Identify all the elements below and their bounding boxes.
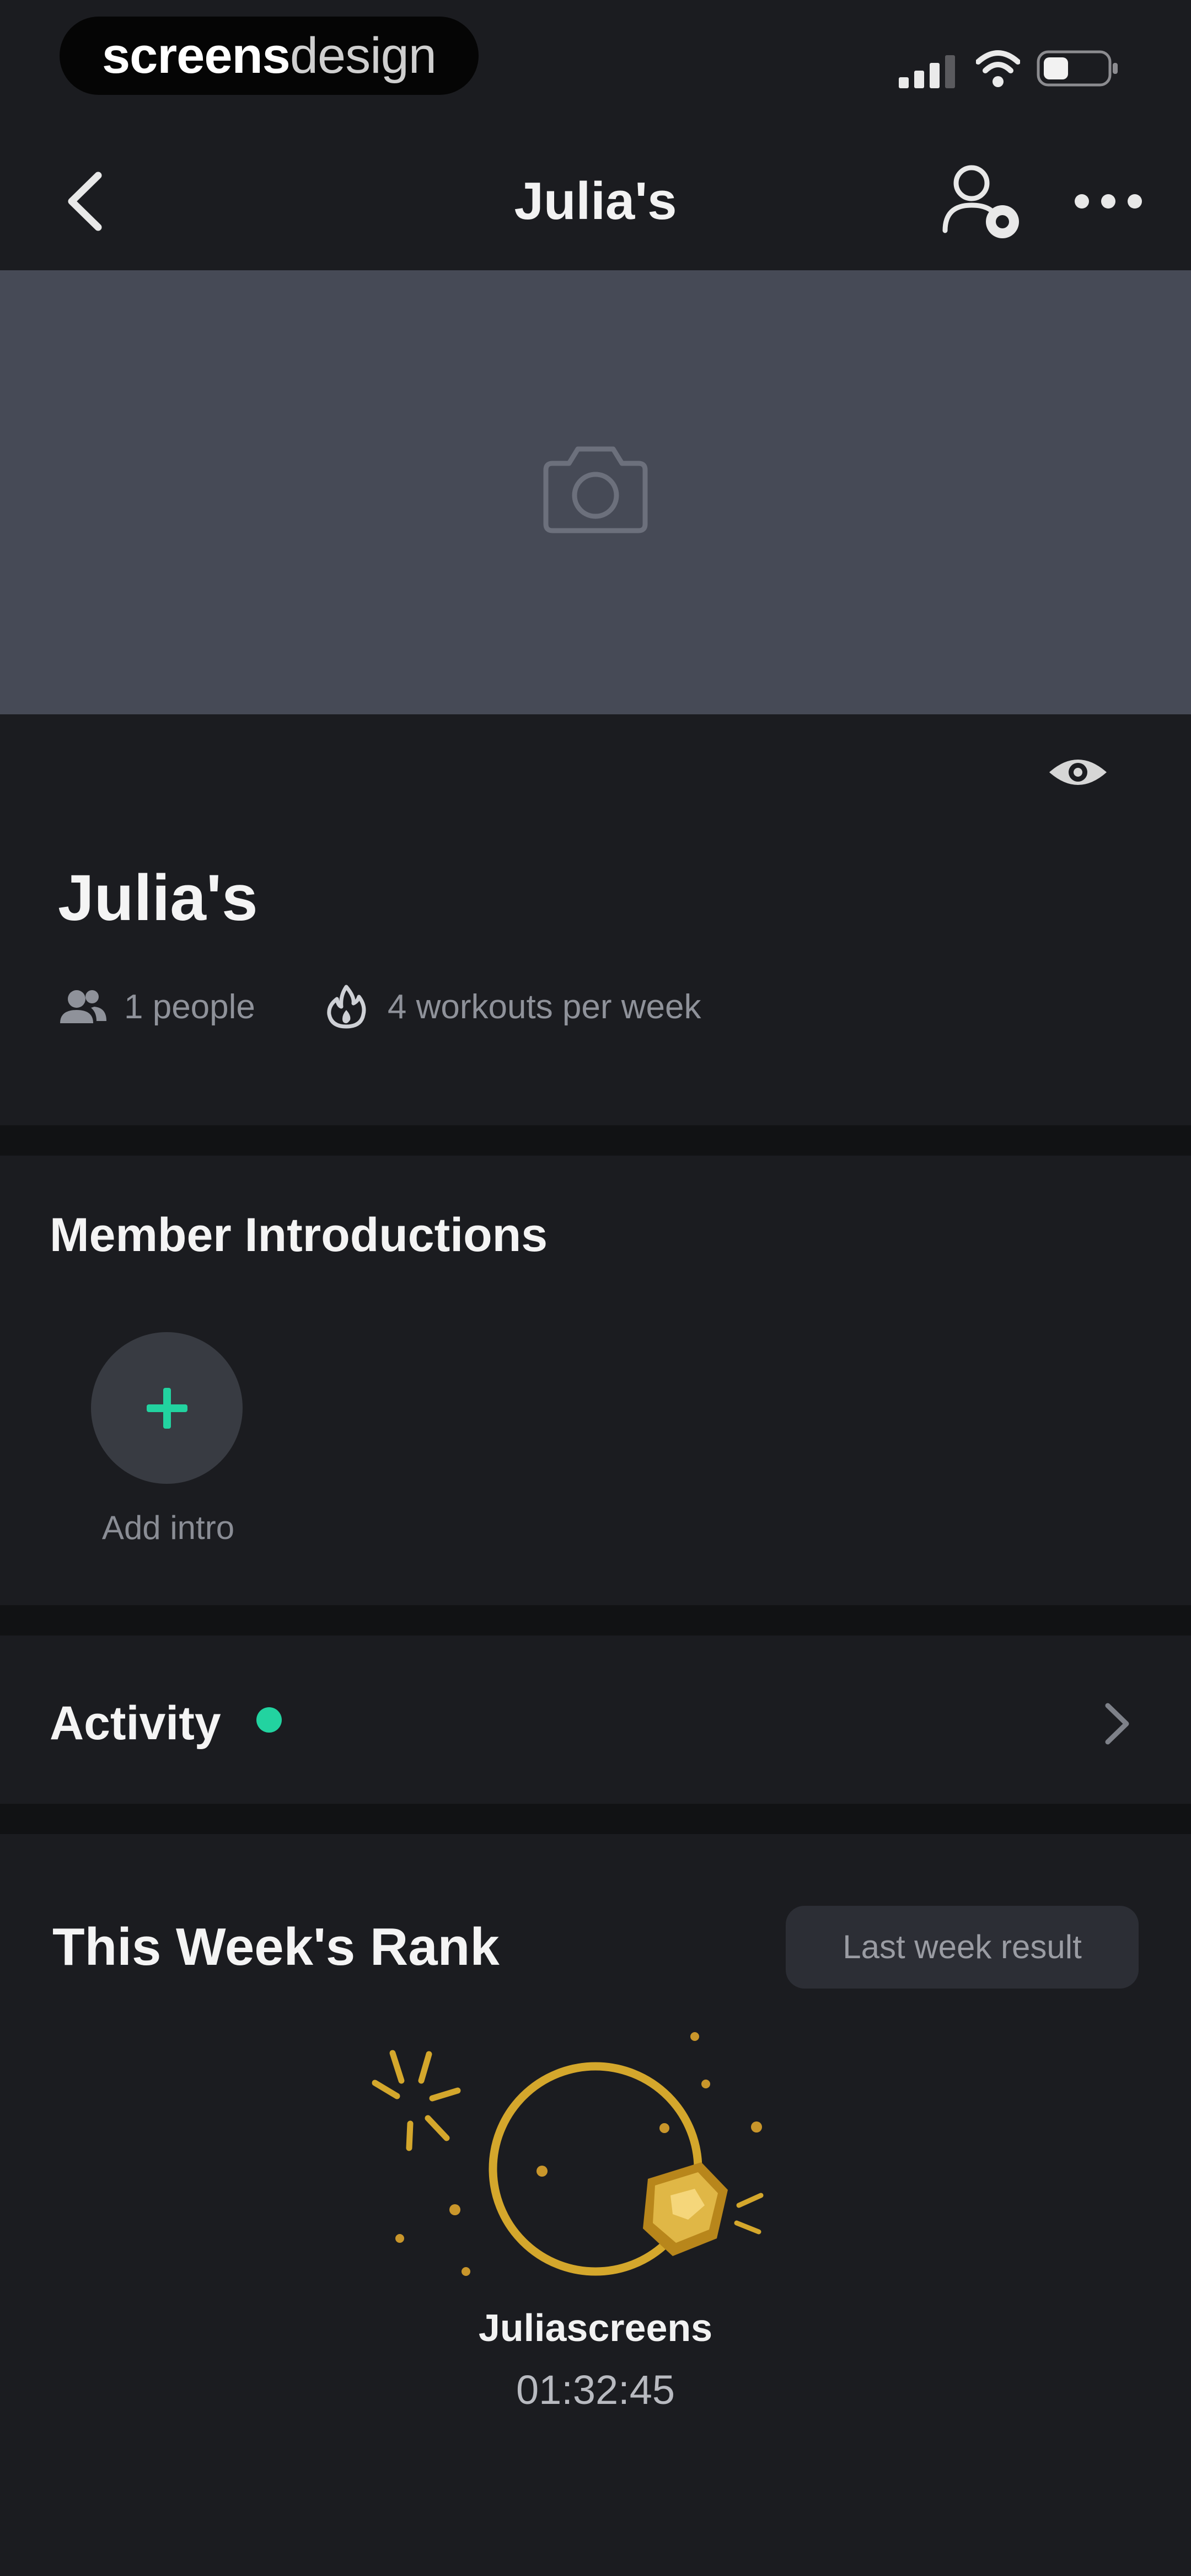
section-divider	[0, 1125, 1191, 1156]
screensdesign-logo: screens design	[60, 17, 479, 95]
winner-name: Juliascreens	[478, 2306, 713, 2349]
battery-icon	[1037, 50, 1118, 87]
chevron-right-icon[interactable]	[1095, 1699, 1139, 1749]
people-count: 1 people	[124, 987, 255, 1026]
eye-icon[interactable]	[1045, 750, 1111, 794]
brand-light-text: design	[289, 27, 437, 84]
activity-title: Activity	[50, 1697, 221, 1750]
this-weeks-rank-title: This Week's Rank	[52, 1917, 500, 1976]
camera-icon[interactable]	[535, 441, 656, 541]
sparkle-burst-icon	[372, 2050, 461, 2151]
page-title: Julia's	[514, 172, 677, 231]
add-intro-button[interactable]	[91, 1332, 243, 1484]
section-divider	[0, 1804, 1191, 1834]
gold-badge-icon	[643, 2162, 728, 2256]
member-introductions-title: Member Introductions	[50, 1209, 548, 1262]
add-intro-label: Add intro	[101, 1509, 235, 1546]
flame-icon	[327, 985, 366, 1029]
activity-status-dot	[256, 1707, 282, 1733]
gold-medal-avatar[interactable]	[364, 2030, 783, 2306]
section-divider	[0, 1605, 1191, 1636]
group-meta: 1 people 4 workouts per week	[58, 976, 701, 1037]
more-icon[interactable]	[1070, 177, 1147, 226]
add-member-icon[interactable]	[937, 160, 1026, 243]
winner-time: 01:32:45	[516, 2367, 675, 2413]
plus-icon	[147, 1388, 187, 1429]
people-icon	[60, 990, 106, 1023]
signal-icon	[899, 55, 955, 88]
brand-bold-text: screens	[102, 27, 291, 84]
group-name: Julia's	[58, 862, 258, 934]
workouts-per-week: 4 workouts per week	[387, 987, 701, 1026]
back-icon[interactable]	[55, 165, 116, 237]
last-week-result-button[interactable]: Last week result	[786, 1906, 1139, 1989]
wifi-icon	[976, 50, 1020, 87]
